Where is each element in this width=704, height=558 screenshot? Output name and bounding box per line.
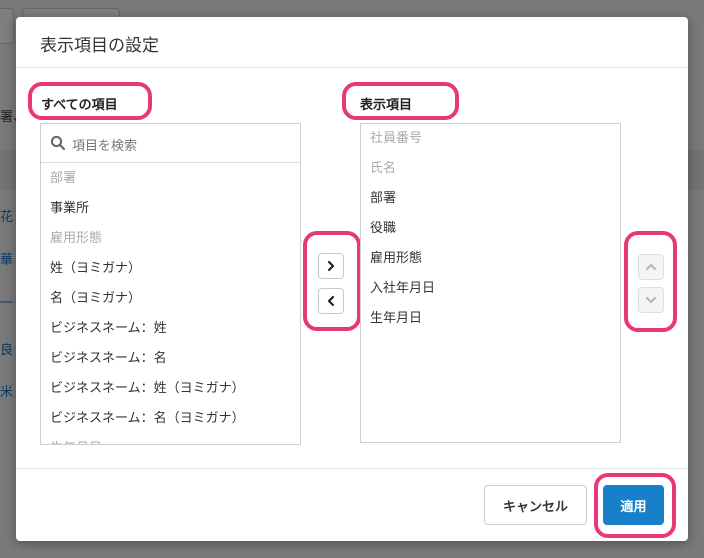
list-item[interactable]: 名（ヨミガナ） (41, 284, 300, 314)
list-item[interactable]: 姓（ヨミガナ） (41, 254, 300, 284)
move-down-button[interactable] (638, 287, 664, 313)
list-item[interactable]: 事業所 (41, 194, 300, 224)
cancel-button[interactable]: キャンセル (484, 485, 587, 525)
apply-button[interactable]: 適用 (603, 485, 664, 525)
available-items-label: すべての項目 (41, 98, 118, 113)
move-up-button[interactable] (638, 254, 664, 280)
search-input-placeholder[interactable]: 項目を検索 (72, 135, 137, 154)
annotation-highlight (624, 231, 677, 332)
chevron-right-icon (325, 257, 337, 276)
list-item[interactable]: ビジネスネーム：姓（ヨミガナ） (41, 374, 300, 404)
selected-items-label: 表示項目 (360, 98, 413, 113)
chevron-down-icon (645, 291, 657, 310)
add-to-selected-button[interactable] (318, 253, 344, 279)
available-items-search[interactable]: 項目を検索 (41, 124, 300, 163)
list-item[interactable]: 氏名 (361, 154, 620, 184)
list-item[interactable]: 入社年月日 (361, 274, 620, 304)
column-settings-dialog: 表示項目の設定 すべての項目 項目を検索 部署 事業所 雇用形態 姓（ヨミガナ） 名（ヨ… (16, 17, 688, 541)
dialog-footer (16, 468, 688, 542)
list-item[interactable]: 雇用形態 (361, 244, 620, 274)
selected-items-container: 社員番号 氏名 部署 役職 雇用形態 入社年月日 生年月日 (361, 124, 620, 334)
list-item[interactable]: ビジネスネーム：名（ヨミガナ） (41, 404, 300, 434)
list-item[interactable]: ビジネスネーム：名 (41, 344, 300, 374)
search-icon (50, 135, 66, 151)
available-items-list[interactable]: 項目を検索 部署 事業所 雇用形態 姓（ヨミガナ） 名（ヨミガナ） ビジネスネーム：姓 ビジ… (40, 123, 301, 445)
list-item[interactable]: 雇用形態 (41, 224, 300, 254)
remove-from-selected-button[interactable] (318, 288, 344, 314)
selected-items-list[interactable]: 社員番号 氏名 部署 役職 雇用形態 入社年月日 生年月日 (360, 123, 621, 443)
dialog-title: 表示項目の設定 (40, 36, 159, 56)
list-item[interactable]: 生年月日 (361, 304, 620, 334)
chevron-up-icon (645, 258, 657, 277)
list-item[interactable]: 部署 (361, 184, 620, 214)
available-items-container: 部署 事業所 雇用形態 姓（ヨミガナ） 名（ヨミガナ） ビジネスネーム：姓 ビジネスネーム：… (41, 163, 300, 444)
list-item[interactable]: 生年月日 (41, 434, 300, 444)
list-item[interactable]: 社員番号 (361, 124, 620, 154)
chevron-left-icon (325, 292, 337, 311)
list-item[interactable]: 役職 (361, 214, 620, 244)
dialog-header: 表示項目の設定 (16, 17, 688, 68)
list-item[interactable]: ビジネスネーム：姓 (41, 314, 300, 344)
annotation-highlight (303, 231, 361, 331)
list-item[interactable]: 部署 (41, 164, 300, 194)
